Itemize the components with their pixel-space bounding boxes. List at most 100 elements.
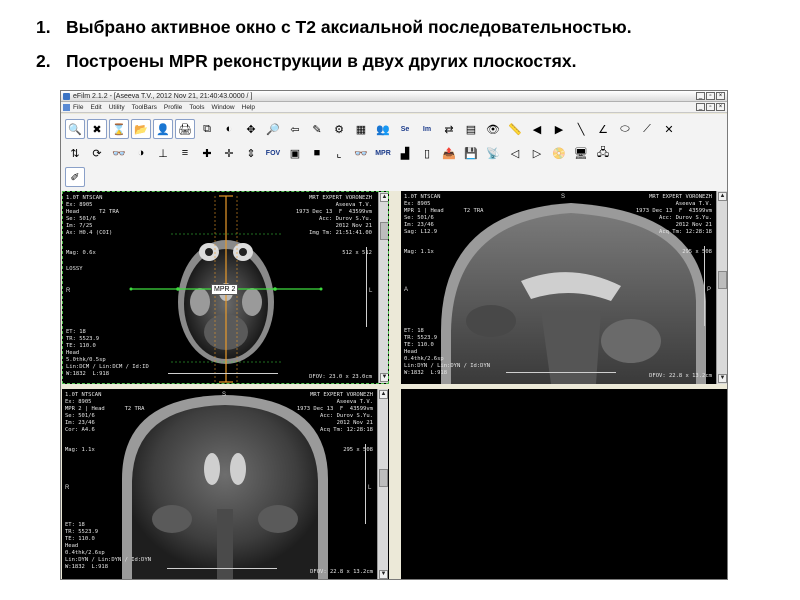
doc-close-button[interactable]: × [716,103,725,111]
close-study-icon[interactable]: ✖ [87,119,107,139]
line-icon[interactable]: ╲ [571,119,591,139]
menu-tools[interactable]: Tools [189,102,204,112]
coronal-left-marker: R [65,485,70,491]
sagittal-scrollbar[interactable]: ▲ ▼ [716,191,727,384]
viewport-empty[interactable] [401,389,727,579]
measure-icon[interactable]: 📏 [505,119,525,139]
annotate-icon[interactable]: ✎ [307,119,327,139]
coronal-top-marker: S [222,392,227,398]
compare-icon[interactable]: 👥 [373,119,393,139]
tile-icon[interactable]: ▦ [351,119,371,139]
scroll-up-arrow[interactable]: ▲ [379,390,388,399]
menu-toolbars[interactable]: ToolBars [132,102,157,112]
scroll-up-arrow[interactable]: ▲ [380,193,388,202]
pc-icon[interactable]: 🖥 [571,143,591,163]
viewport-sagittal[interactable]: 1.0T NTSCAN Ex: 8905 MPR 1 | Head T2 TRA… [401,191,727,384]
zoom-icon[interactable]: 🔎 [263,119,283,139]
search-study-icon[interactable]: 🔍 [65,119,85,139]
export-icon[interactable]: 📤 [439,143,459,163]
scroll-thumb[interactable] [380,222,388,240]
layout-icon[interactable]: ⧉ [197,119,217,139]
ruler-icon[interactable]: ▯ [417,143,437,163]
scroll-thumb[interactable] [379,469,388,487]
axial-top-right-overlay: MRT EXPERT VORONEZH Aseeva T.V. 1973 Dec… [295,195,372,236]
fov-icon[interactable]: FOV [263,143,283,163]
coronal-mag: Mag: 1.1x [65,447,95,453]
axis-icon[interactable]: ⌞ [329,143,349,163]
arrow-icon[interactable]: ⇦ [285,119,305,139]
slide-item-1: 1. Выбрано активное окно с Т2 аксиальной… [36,14,776,48]
burn-icon[interactable]: 📀 [549,143,569,163]
prev-icon[interactable]: ◀ [527,119,547,139]
3d-icon[interactable]: ▣ [285,143,305,163]
viewport-axial[interactable]: MPR 2 1.0T NTSCAN Ex: 8905 Head T2 TRA S… [62,191,389,384]
menu-utility[interactable]: Utility [109,102,125,112]
menu-file[interactable]: File [73,102,83,112]
scroll-thumb[interactable] [718,271,727,289]
glasses-2-icon[interactable]: 👓 [351,143,371,163]
roi-icon[interactable]: ⬭ [615,119,635,139]
sync-icon[interactable]: ⇄ [439,119,459,139]
rotate-icon[interactable]: ⟳ [87,143,107,163]
axial-scrollbar[interactable]: ▲ ▼ [378,192,388,383]
menu-profile[interactable]: Profile [164,102,182,112]
open-folder-icon[interactable]: 📂 [131,119,151,139]
window-controls: _ ▫ × [696,92,725,100]
doc-restore-button[interactable]: ▫ [706,103,715,111]
move-vertical-icon[interactable]: ⇕ [241,143,261,163]
coronal-right-marker: L [368,485,372,491]
scroll-up-arrow[interactable]: ▲ [718,192,727,201]
forward-icon[interactable]: ▷ [527,143,547,163]
slide-item-number: 1. [36,17,51,37]
slide-item-2: 2. Построены MPR реконструкции в двух др… [36,48,776,82]
toolbar-area: 🔍 ✖ ⌛ 📂 👤 🖨 ⧉ ◐ ✥ 🔎 ⇦ ✎ ⚙ ▦ 👥 Se Im ⇄ ▤ 👁 📏 ◀ ▶ ╲ ∠ ⬭ ⟋ ✕ ⇅ ⟳ 👓 ◑ ⊥ ≡ ✚ ✛ ⇕… [61,114,727,191]
delete-annotation-icon[interactable]: ✕ [659,119,679,139]
next-icon[interactable]: ▶ [549,119,569,139]
stack-icon[interactable]: ▤ [461,119,481,139]
cine-icon[interactable]: ⚙ [329,119,349,139]
mpr-axis-icon[interactable]: ⊥ [153,143,173,163]
menu-edit[interactable]: Edit [90,102,101,112]
flip-icon[interactable]: ⇅ [65,143,85,163]
mpr-slab-icon[interactable]: ≡ [175,143,195,163]
axial-lossy: LOSSY [66,266,83,272]
menu-help[interactable]: Help [242,102,255,112]
send-icon[interactable]: 📡 [483,143,503,163]
menu-window[interactable]: Window [212,102,235,112]
coronal-scrollbar[interactable]: ▲ ▼ [377,389,388,579]
angle-icon[interactable]: ∠ [593,119,613,139]
scroll-down-arrow[interactable]: ▼ [718,374,727,383]
close-button[interactable]: × [716,92,725,100]
slide-list: 1. Выбрано активное окно с Т2 аксиальной… [36,14,776,82]
cobb-icon[interactable]: ⟋ [637,119,657,139]
move-icon[interactable]: ✛ [219,143,239,163]
doc-minimize-button[interactable]: _ [696,103,705,111]
fov-icon-label: FOV [265,149,281,157]
series-icon[interactable]: Se [395,119,415,139]
maximize-button[interactable]: ▫ [706,92,715,100]
pan-icon[interactable]: ✥ [241,119,261,139]
back-icon[interactable]: ◁ [505,143,525,163]
minimize-button[interactable]: _ [696,92,705,100]
invert-icon[interactable]: ◑ [131,143,151,163]
histogram-icon[interactable]: ▟ [395,143,415,163]
coronal-scale-vertical [360,444,366,524]
magic-wand-icon[interactable]: ✐ [65,167,85,187]
glasses-icon[interactable]: 👓 [109,143,129,163]
print-icon[interactable]: 🖨 [175,119,195,139]
save-icon[interactable]: 💾 [461,143,481,163]
mpr-icon[interactable]: MPR [373,143,393,163]
scroll-down-arrow[interactable]: ▼ [379,570,388,579]
hourglass-icon[interactable]: ⌛ [109,119,129,139]
crosshair-icon[interactable]: ✚ [197,143,217,163]
scroll-down-arrow[interactable]: ▼ [380,373,388,382]
gray-square-icon[interactable]: ■ [307,143,327,163]
eye-icon[interactable]: 👁 [483,119,503,139]
network-icon[interactable]: 🖧 [593,143,613,163]
patient-info-icon[interactable]: 👤 [153,119,173,139]
window-level-icon[interactable]: ◐ [219,119,239,139]
coronal-top-right-overlay: MRT EXPERT VORONEZH Aseeva T.V. 1973 Dec… [296,392,373,433]
sagittal-bottom-left-overlay: ET: 18 TR: 5523.9 TE: 110.0 Head 0.4thk/… [404,328,491,376]
viewport-coronal[interactable]: 1.0T NTSCAN Ex: 8905 MPR 2 | Head T2 TRA… [62,389,389,579]
image-icon[interactable]: Im [417,119,437,139]
